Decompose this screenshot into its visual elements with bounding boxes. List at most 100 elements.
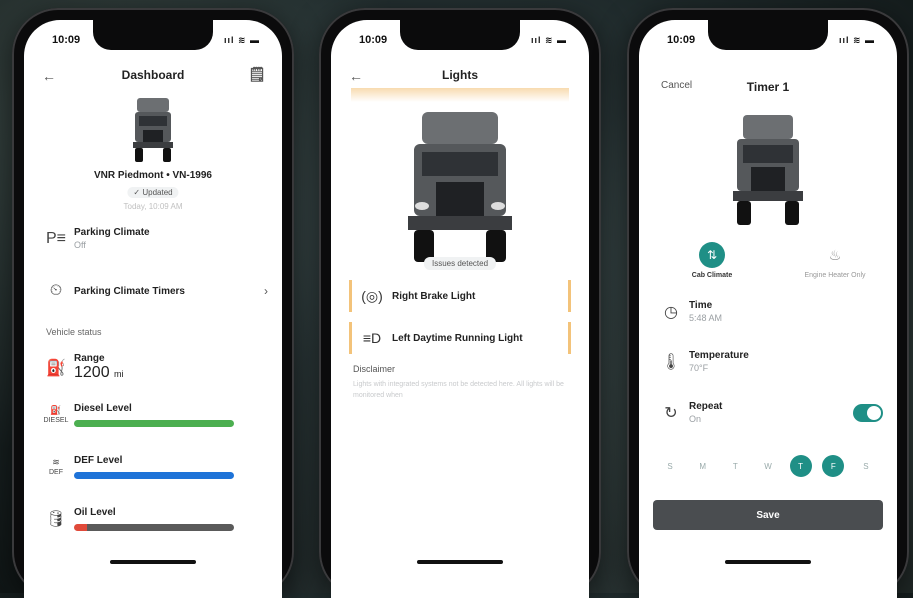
def-label: DEF Level: [74, 455, 123, 466]
clock-icon: ◷: [664, 303, 678, 321]
temperature-value: 70°F: [689, 363, 709, 373]
status-bar: 10:09 ııl ≋ ▬: [667, 32, 875, 48]
thermometer-truck-icon: 🌡: [660, 353, 682, 371]
page-title: Dashboard: [121, 68, 185, 82]
signal-wifi-battery-icon: ııl ≋ ▬: [838, 34, 875, 45]
days-row: S M T W T F S: [659, 455, 877, 477]
phone-lights: 10:09 ııl ≋ ▬ ← Lights Issues detected (…: [319, 8, 601, 598]
timer-screen: 10:09 ııl ≋ ▬ Cancel Timer 1 ⇅ Cab Clima…: [639, 20, 897, 598]
oil-row: 🛢 Oil Level: [38, 507, 268, 531]
truck-image: [408, 112, 512, 262]
status-bar: 10:09 ııl ≋ ▬: [359, 32, 567, 48]
home-indicator: [110, 560, 196, 564]
range-value: 1200: [74, 364, 110, 381]
cancel-button[interactable]: Cancel: [661, 80, 692, 91]
parking-climate-value: Off: [74, 240, 86, 250]
parking-timer-icon: ⏲: [49, 282, 63, 299]
fuel-pump-icon: ⛽: [46, 359, 66, 377]
disclaimer-title: Disclaimer: [353, 364, 396, 374]
save-button[interactable]: Save: [653, 500, 883, 530]
mode-label: Cab Climate: [691, 272, 733, 279]
temperature-row[interactable]: 🌡 Temperature 70°F: [653, 350, 883, 373]
time-label: Time: [689, 300, 713, 311]
parking-climate-label: Parking Climate: [74, 227, 150, 238]
home-indicator: [725, 560, 811, 564]
notes-icon[interactable]: 🗒: [248, 66, 266, 83]
disclaimer-body: Lights with integrated systems not be de…: [353, 381, 564, 399]
page-title: Lights: [442, 68, 478, 82]
repeat-value: On: [689, 414, 702, 424]
time-value: 5:48 AM: [689, 313, 723, 323]
dashboard-screen: 10:09 ııl ≋ ▬ ← Dashboard 🗒 VNR Piedmont…: [24, 20, 282, 598]
def-icon-caption: DEF: [49, 469, 63, 476]
truck-image: [133, 98, 173, 162]
home-indicator: [417, 560, 503, 564]
truck-image: [733, 115, 803, 225]
diesel-label: Diesel Level: [74, 403, 132, 414]
oil-can-icon: 🛢: [45, 511, 67, 528]
phone-timer: 10:09 ııl ≋ ▬ Cancel Timer 1 ⇅ Cab Clima…: [627, 8, 909, 598]
header: ← Lights: [331, 68, 589, 88]
def-level-bar: [74, 472, 234, 479]
header-glow: [351, 88, 569, 102]
header: ← Dashboard 🗒: [24, 66, 282, 88]
header: Cancel Timer 1: [639, 80, 897, 100]
back-arrow-icon[interactable]: ←: [349, 68, 363, 84]
diesel-row: ⛽ DIESEL Diesel Level: [38, 403, 268, 427]
status-bar: 10:09 ııl ≋ ▬: [52, 32, 260, 48]
range-unit: mi: [114, 369, 124, 379]
chevron-right-icon: ›: [264, 284, 268, 298]
lights-screen: 10:09 ııl ≋ ▬ ← Lights Issues detected (…: [331, 20, 589, 598]
updated-badge: ✓ Updated: [127, 187, 179, 198]
page-title: Timer 1: [746, 80, 790, 94]
back-arrow-icon[interactable]: ←: [42, 68, 56, 84]
day-saturday[interactable]: S: [855, 455, 877, 477]
temperature-label: Temperature: [689, 350, 749, 361]
diesel-level-bar: [74, 420, 234, 427]
repeat-icon: ↻: [664, 404, 678, 422]
repeat-row: ↻ Repeat On: [653, 401, 883, 424]
parking-climate-icon: P≡: [45, 229, 66, 247]
issue-label: Left Daytime Running Light: [392, 332, 523, 344]
vehicle-name: VNR Piedmont • VN-1996: [94, 170, 212, 181]
status-time: 10:09: [667, 34, 696, 46]
day-monday[interactable]: M: [692, 455, 714, 477]
repeat-toggle[interactable]: [853, 403, 883, 422]
day-wednesday[interactable]: W: [757, 455, 779, 477]
signal-wifi-battery-icon: ııl ≋ ▬: [530, 34, 567, 45]
engine-heater-icon: ♨: [828, 246, 842, 263]
mode-label: Engine Heater Only: [804, 272, 866, 279]
cab-climate-icon: ⇅: [699, 242, 725, 268]
range-row: ⛽ Range 1200 mi: [38, 353, 268, 382]
day-sunday[interactable]: S: [659, 455, 681, 477]
time-row[interactable]: ◷ Time 5:48 AM: [653, 300, 883, 323]
status-time: 10:09: [359, 34, 388, 46]
day-thursday[interactable]: T: [789, 455, 812, 477]
issue-row-left-drl[interactable]: ≡D Left Daytime Running Light: [349, 322, 571, 354]
updated-time: Today, 10:09 AM: [123, 202, 183, 211]
oil-label: Oil Level: [74, 507, 116, 518]
day-tuesday[interactable]: T: [724, 455, 746, 477]
issue-row-right-brake[interactable]: (◎) Right Brake Light: [349, 280, 571, 312]
mode-engine-heater[interactable]: ♨ Engine Heater Only: [787, 242, 883, 280]
phone-dashboard: 10:09 ııl ≋ ▬ ← Dashboard 🗒 VNR Piedmont…: [12, 8, 294, 598]
day-friday[interactable]: F: [822, 455, 845, 477]
def-icon: ≋ DEF: [49, 457, 63, 477]
parking-climate-row[interactable]: P≡ Parking Climate Off: [38, 227, 268, 250]
signal-wifi-battery-icon: ııl ≋ ▬: [223, 34, 260, 45]
parking-timers-label: Parking Climate Timers: [74, 285, 185, 297]
range-label: Range: [74, 353, 105, 364]
daytime-light-icon: ≡D: [362, 330, 382, 346]
parking-timers-row[interactable]: ⏲ Parking Climate Timers ›: [38, 282, 268, 300]
diesel-icon: ⛽ DIESEL: [43, 405, 69, 425]
status-time: 10:09: [52, 34, 81, 46]
issue-label: Right Brake Light: [392, 290, 476, 302]
section-title: Vehicle status: [46, 327, 102, 337]
diesel-icon-caption: DIESEL: [43, 417, 69, 424]
def-row: ≋ DEF DEF Level: [38, 455, 268, 479]
oil-level-bar: [74, 524, 234, 531]
issues-badge: Issues detected: [423, 257, 497, 270]
repeat-label: Repeat: [689, 401, 723, 412]
mode-cab-climate[interactable]: ⇅ Cab Climate: [677, 242, 747, 279]
brake-light-icon: (◎): [361, 287, 383, 304]
